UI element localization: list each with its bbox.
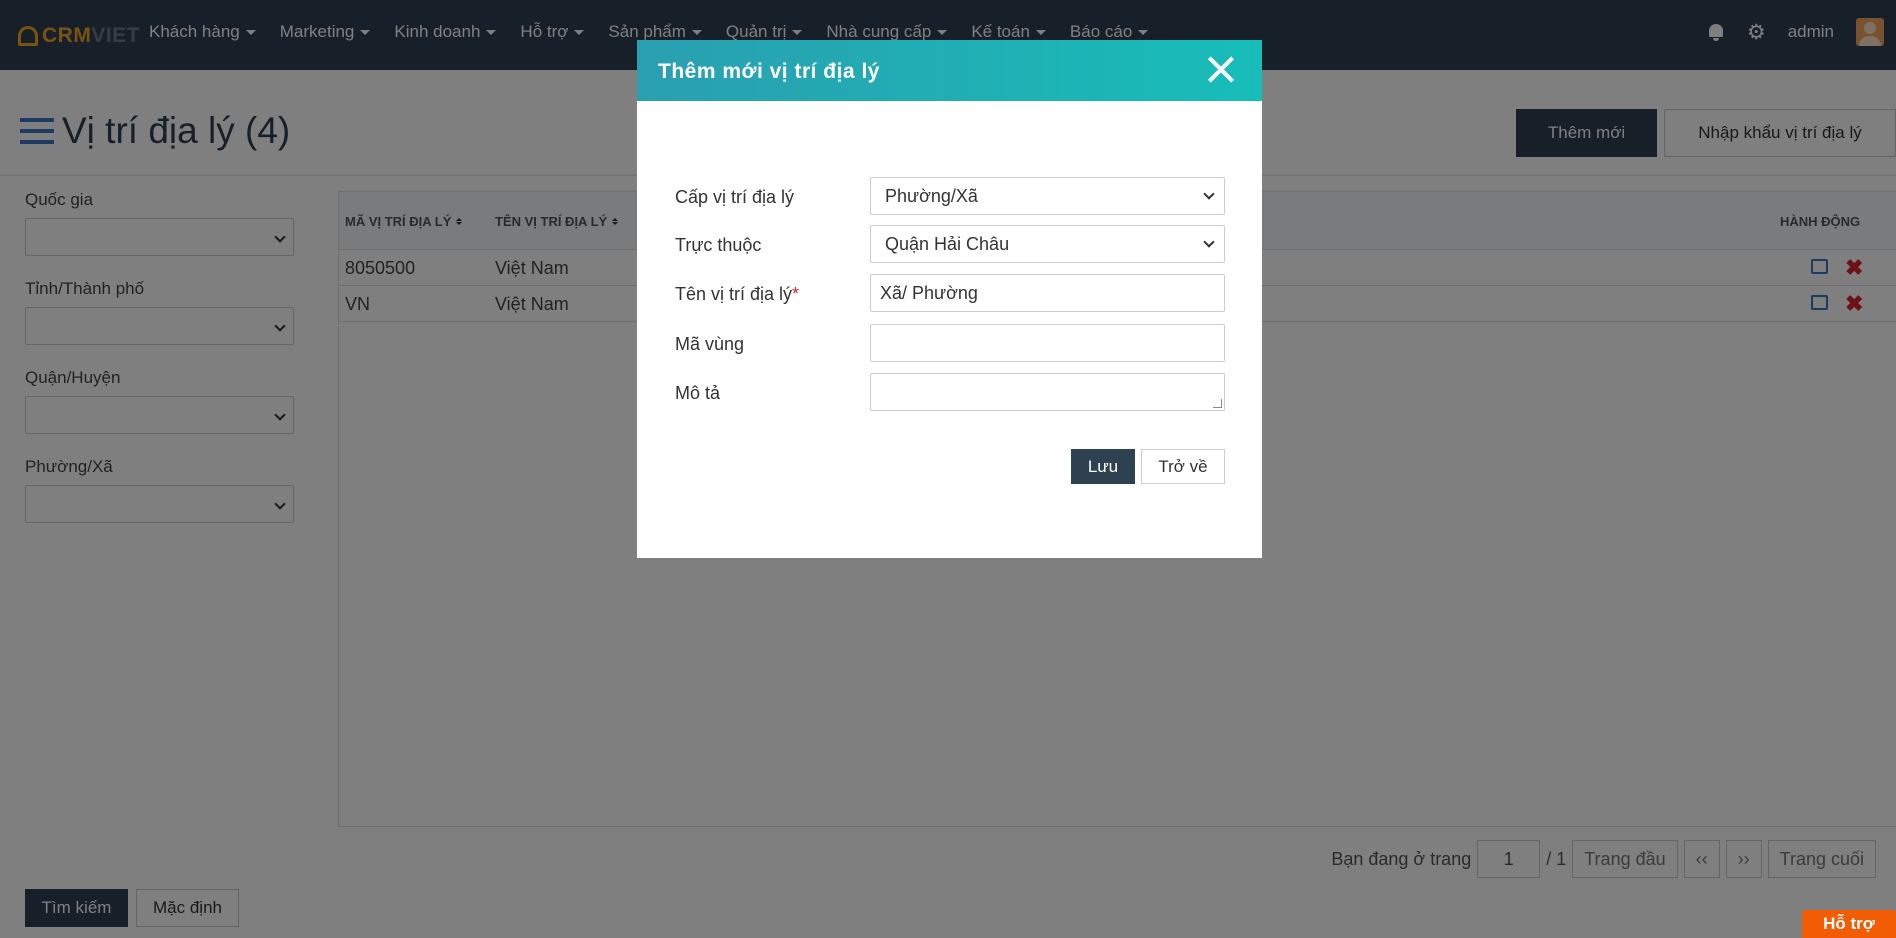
name-input[interactable]: Xã/ Phường [870, 274, 1225, 312]
form-row-description: Mô tả [675, 373, 1225, 413]
name-label: Tên vị trí địa lý* [675, 284, 799, 305]
save-button[interactable]: Lưu [1071, 449, 1135, 484]
parent-label: Trực thuộc [675, 235, 762, 255]
required-mark: * [792, 284, 800, 304]
modal-title: Thêm mới vị trí địa lý [658, 60, 880, 83]
form-row-level: Cấp vị trí địa lý Phường/Xã [675, 177, 1225, 217]
level-select-value: Phường/Xã [885, 186, 978, 206]
help-button[interactable]: Hỗ trợ [1802, 910, 1896, 938]
back-button[interactable]: Trở về [1141, 449, 1225, 484]
parent-select[interactable]: Quận Hải Châu [870, 225, 1225, 263]
region-code-input[interactable] [870, 324, 1225, 362]
name-input-value: Xã/ Phường [880, 283, 978, 303]
parent-select-value: Quận Hải Châu [885, 234, 1010, 254]
chevron-down-icon [1203, 188, 1215, 200]
description-label: Mô tả [675, 383, 721, 403]
close-icon[interactable] [1204, 52, 1238, 86]
level-label: Cấp vị trí địa lý [675, 187, 795, 207]
level-select[interactable]: Phường/Xã [870, 177, 1225, 215]
modal-header: Thêm mới vị trí địa lý [637, 40, 1262, 101]
form-row-region: Mã vùng [675, 324, 1225, 364]
form-row-parent: Trực thuộc Quận Hải Châu [675, 225, 1225, 265]
chevron-down-icon [1203, 236, 1215, 248]
name-label-text: Tên vị trí địa lý [675, 284, 793, 304]
region-code-label: Mã vùng [675, 334, 745, 354]
add-location-modal: Thêm mới vị trí địa lý Cấp vị trí địa lý… [637, 40, 1262, 558]
form-row-name: Tên vị trí địa lý* Xã/ Phường [675, 274, 1225, 314]
description-textarea[interactable] [870, 373, 1225, 411]
